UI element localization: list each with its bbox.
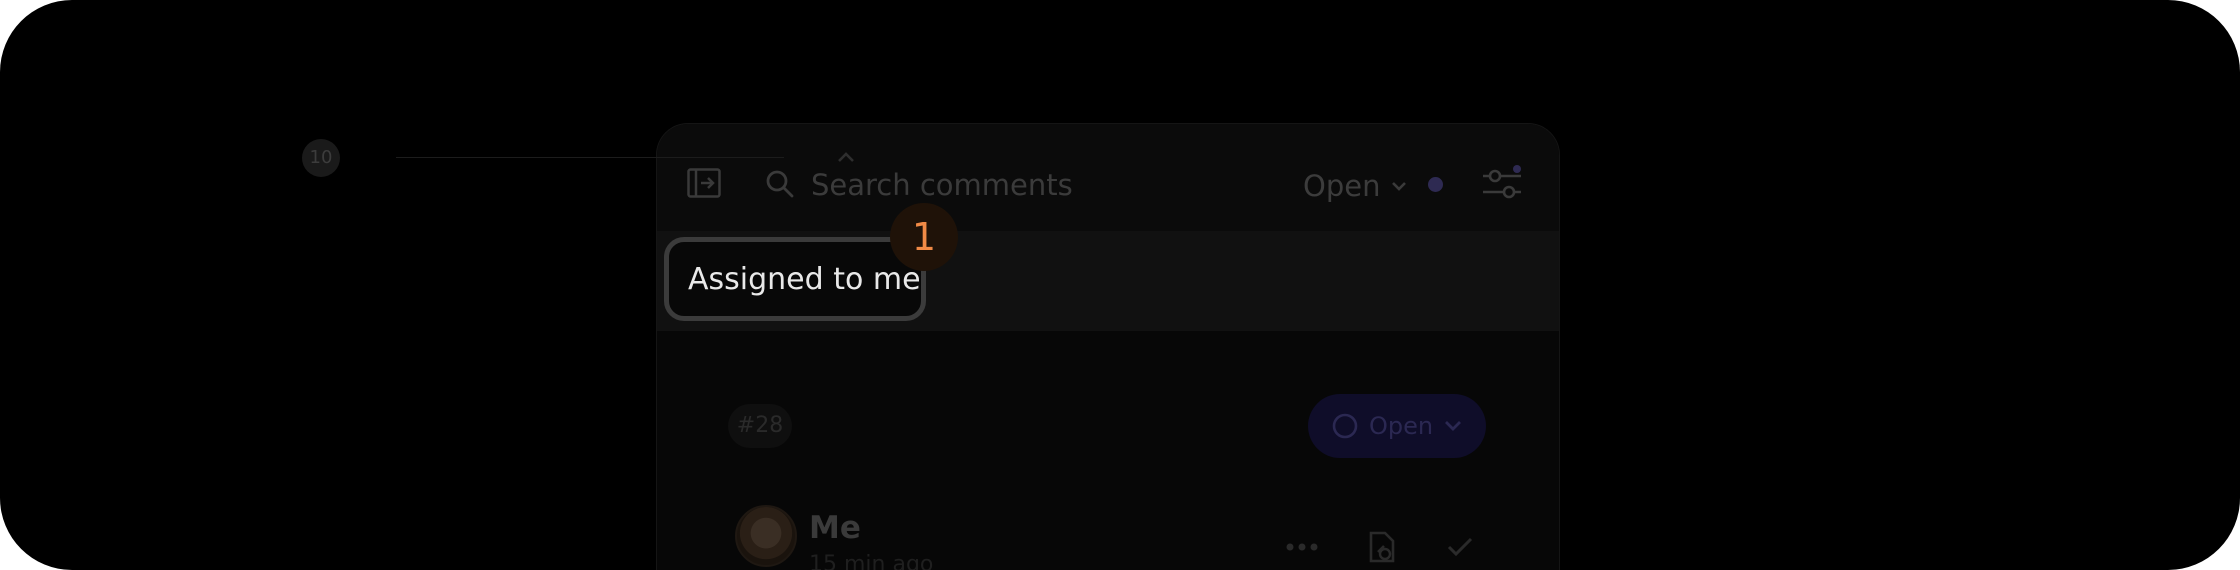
chevron-down-icon [1392,182,1407,191]
more-icon[interactable] [1285,542,1319,552]
chevron-up-icon[interactable] [836,150,856,164]
screen-frame: Open 10 #28 Open [0,0,2240,570]
circle-icon [1332,413,1358,439]
thread-id-badge: #28 [728,404,792,448]
status-filter-dropdown[interactable]: Open [1303,166,1408,206]
filter-active-dot [1428,177,1443,192]
comment-timestamp: 15 min ago [809,552,934,570]
thread-status-dropdown[interactable]: Open [1308,394,1486,458]
comments-toolbar: Open [657,124,1559,231]
thread-status-label: Open [1368,412,1434,440]
filters-icon[interactable] [1481,164,1523,202]
search-icon [766,170,794,198]
avatar [735,505,797,567]
group-label: Assigned to me [688,262,921,297]
chevron-down-icon [1445,421,1462,431]
link-icon[interactable] [1365,530,1397,564]
check-icon[interactable] [1447,536,1473,558]
sidebar-toggle-icon[interactable] [687,168,721,198]
step-number-badge: 1 [890,203,958,271]
comments-panel: Open [656,123,1560,570]
comment-author: Me [809,510,861,546]
group-count-badge: 10 [302,139,340,177]
status-filter-label: Open [1303,169,1381,203]
search-input[interactable] [809,162,1233,208]
group-divider [396,157,784,158]
